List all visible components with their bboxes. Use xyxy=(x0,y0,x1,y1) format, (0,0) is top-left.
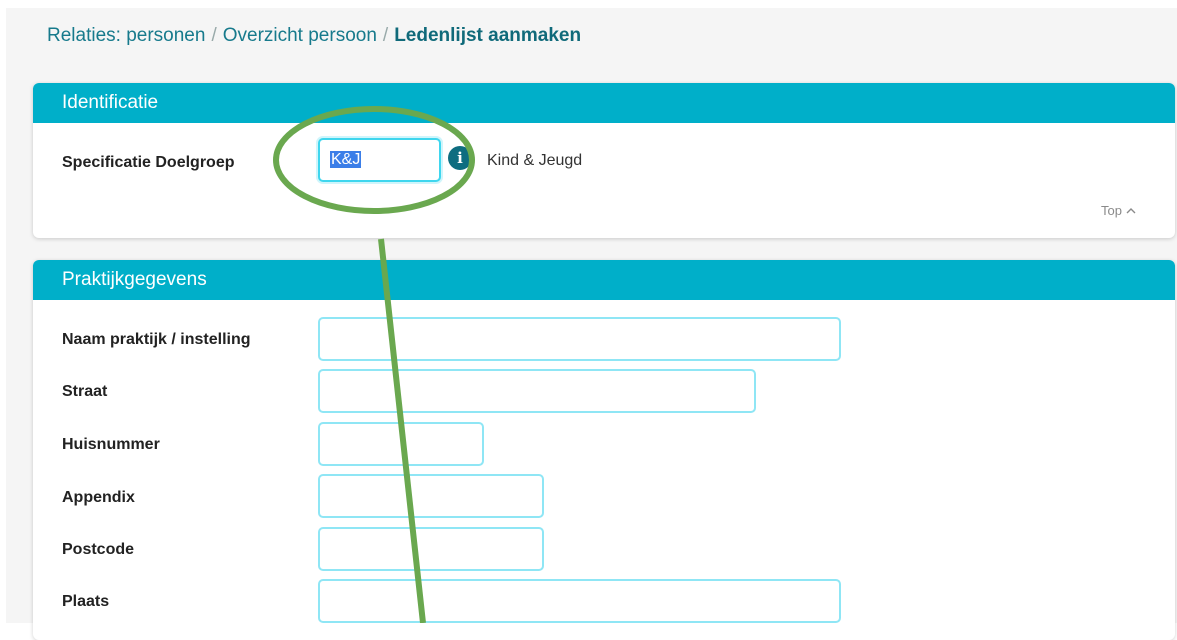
breadcrumb-item-relaties[interactable]: Relaties: personen xyxy=(47,25,205,46)
straat-input[interactable] xyxy=(318,369,756,413)
top-link[interactable]: Top xyxy=(1101,203,1136,218)
breadcrumb-separator: / xyxy=(382,25,389,46)
straat-label: Straat xyxy=(62,383,108,400)
doelgroep-label: Specificatie Doelgroep xyxy=(62,154,235,171)
breadcrumb-current: Ledenlijst aanmaken xyxy=(394,25,582,46)
praktijk-header: Praktijkgegevens xyxy=(33,260,1175,300)
appendix-input[interactable] xyxy=(318,474,544,518)
doelgroep-input[interactable]: K&J xyxy=(318,138,441,182)
breadcrumb: Relaties: personen / Overzicht persoon / Led… xyxy=(47,22,581,50)
huisnummer-input[interactable] xyxy=(318,422,484,466)
identificatie-card: Identificatie Specificatie Doelgroep K&J… xyxy=(33,83,1175,238)
appendix-label: Appendix xyxy=(62,489,135,506)
top-link-label: Top xyxy=(1101,203,1122,218)
chevron-up-icon xyxy=(1126,203,1136,218)
doelgroep-description: Kind & Jeugd xyxy=(487,152,583,169)
huisnummer-label: Huisnummer xyxy=(62,436,160,453)
postcode-label: Postcode xyxy=(62,541,135,558)
plaats-label: Plaats xyxy=(62,593,110,610)
info-icon[interactable]: i xyxy=(448,146,472,170)
identificatie-header: Identificatie xyxy=(33,83,1175,123)
plaats-input[interactable] xyxy=(318,579,841,623)
naam-label: Naam praktijk / instelling xyxy=(62,331,251,348)
doelgroep-input-value: K&J xyxy=(330,151,362,168)
postcode-input[interactable] xyxy=(318,527,544,571)
breadcrumb-item-overzicht[interactable]: Overzicht persoon xyxy=(223,25,377,46)
naam-input[interactable] xyxy=(318,317,841,361)
breadcrumb-separator: / xyxy=(211,25,217,46)
praktijk-card: Praktijkgegevens Naam praktijk / instell… xyxy=(33,260,1175,640)
